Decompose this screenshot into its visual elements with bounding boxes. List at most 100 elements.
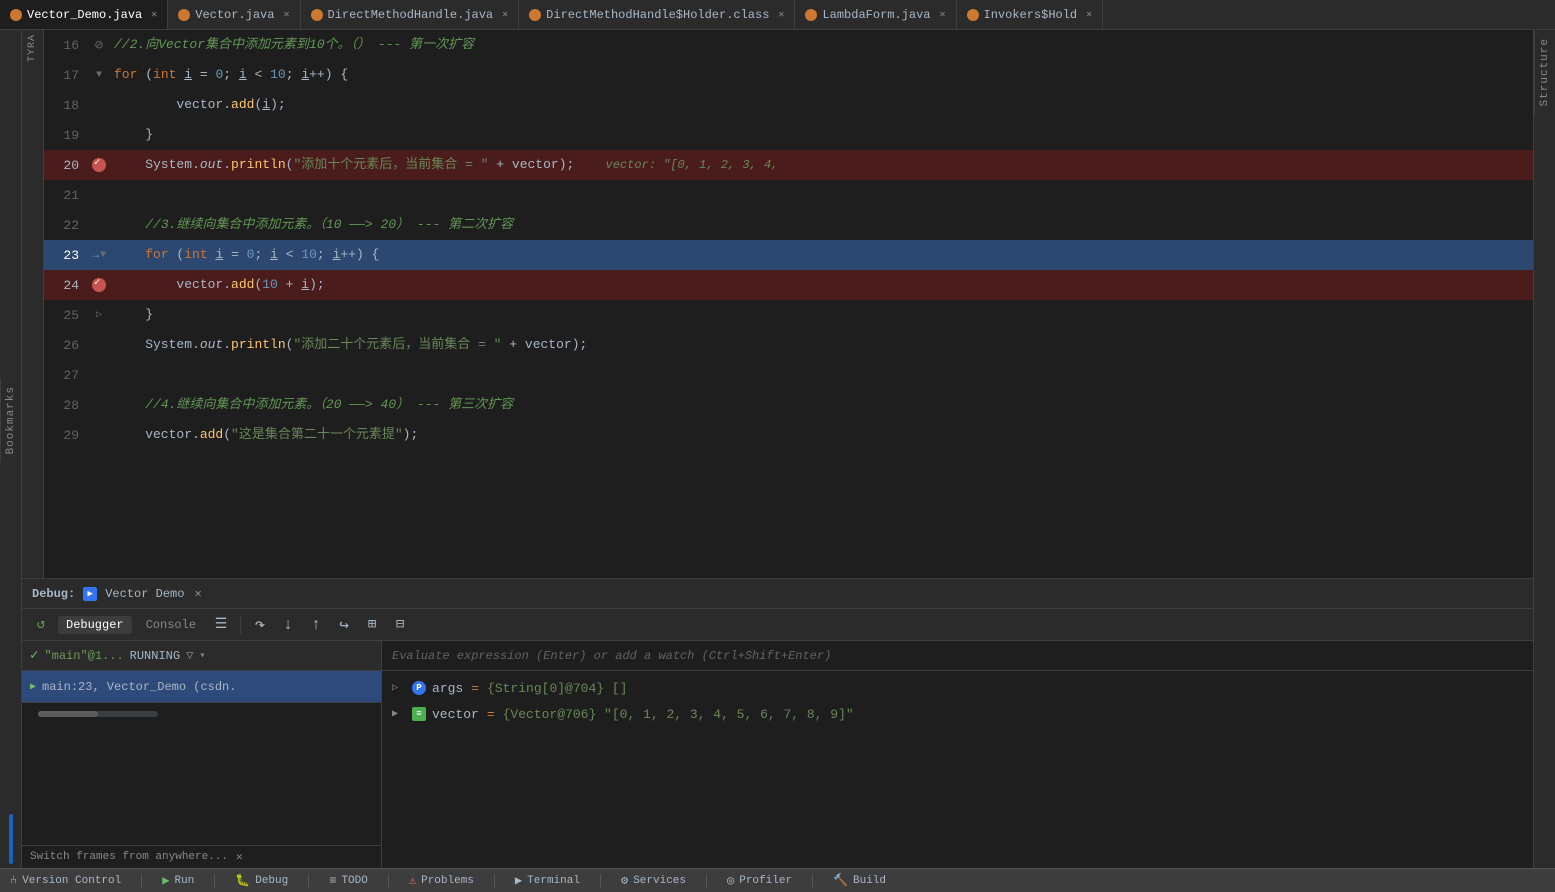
line-num-19: 19 <box>44 128 89 143</box>
code-line-24: 24 vector.add(10 + i); <box>44 270 1533 300</box>
tab-console[interactable]: Console <box>138 616 204 634</box>
frame-play-icon: ▶ <box>30 681 36 693</box>
var-expand-vector[interactable]: ▶ <box>392 708 406 720</box>
status-sep-6 <box>600 874 601 888</box>
status-sep-8 <box>812 874 813 888</box>
code-line-28: 28 //4.继续向集合中添加元素。（20 ——> 40） --- 第三次扩容 <box>44 390 1533 420</box>
code-line-19: 19 } <box>44 120 1533 150</box>
debug-label: Debug: <box>32 587 75 601</box>
todo-label: TODO <box>341 875 367 887</box>
services-item[interactable]: ⚙ Services <box>621 873 686 888</box>
status-bar: ⑃ Version Control ▶ Run 🐛 Debug ≡ TODO ⚠… <box>0 868 1555 892</box>
debug-status-item[interactable]: 🐛 Debug <box>235 873 288 888</box>
var-icon-vector: ≡ <box>412 707 426 721</box>
tab-label: LambdaForm.java <box>822 8 930 22</box>
evaluate-button[interactable]: ⊞ <box>361 614 383 636</box>
todo-icon: ≡ <box>329 874 336 888</box>
filter-icon[interactable]: ▽ <box>186 648 193 663</box>
line-code-23: for (int i = 0; i < 10; i++) { <box>109 240 1533 270</box>
frame-item[interactable]: ▶ main:23, Vector_Demo (csdn. <box>22 671 381 703</box>
rerun-button[interactable]: ↺ <box>30 614 52 636</box>
eval-placeholder: Evaluate expression (Enter) or add a wat… <box>392 649 831 663</box>
problems-item[interactable]: ⚠ Problems <box>409 873 474 888</box>
tab-direct-holder[interactable]: DirectMethodHandle$Holder.class ✕ <box>519 0 795 29</box>
tab-close[interactable]: ✕ <box>778 9 784 21</box>
frames-list-button[interactable]: ☰ <box>210 614 232 636</box>
thread-bar: ✓ "main"@1... RUNNING ▽ ▾ <box>22 641 381 671</box>
gutter-25: ▷ <box>89 309 109 321</box>
tab-close[interactable]: ✕ <box>502 9 508 21</box>
frames-scrollbar[interactable] <box>38 711 158 717</box>
var-val-vector: {Vector@706} "[0, 1, 2, 3, 4, 5, 6, 7, 8… <box>503 707 854 722</box>
line-code-25: } <box>109 300 1533 330</box>
tab-direct-method[interactable]: DirectMethodHandle.java ✕ <box>301 0 520 29</box>
right-side-labels: Structure <box>1533 30 1555 868</box>
code-line-23: 23 → ▼ for (int i = 0; i < 10; i++) { <box>44 240 1533 270</box>
step-over-button[interactable]: ↷ <box>249 614 271 636</box>
breakpoint-24[interactable] <box>92 278 106 292</box>
var-expand-args[interactable]: ▷ <box>392 682 406 694</box>
fold-arrow-23[interactable]: ▼ <box>100 250 106 261</box>
fold-arrow-17[interactable]: ▼ <box>96 70 102 81</box>
tab-icon <box>10 9 22 21</box>
profiler-item[interactable]: ◎ Profiler <box>727 873 792 888</box>
debug-body: ✓ "main"@1... RUNNING ▽ ▾ ▶ main:23, Vec… <box>22 641 1533 868</box>
tab-console-label: Console <box>146 618 196 632</box>
tab-icon <box>311 9 323 21</box>
thread-dropdown[interactable]: ▾ <box>199 650 205 662</box>
line-code-18: vector.add(i); <box>109 90 1533 120</box>
terminal-item[interactable]: ▶ Terminal <box>515 873 580 888</box>
code-line-27: 27 <box>44 360 1533 390</box>
code-editor[interactable]: 16 ⊘ //2.向Vector集合中添加元素到10个。（） --- 第一次扩容… <box>44 30 1533 578</box>
status-sep-7 <box>706 874 707 888</box>
line-num-21: 21 <box>44 188 89 203</box>
eval-bar[interactable]: Evaluate expression (Enter) or add a wat… <box>382 641 1533 671</box>
bottom-panel: Debug: ▶ Vector Demo ✕ ↺ Debugger Consol… <box>22 578 1533 868</box>
thread-label: "main"@1... <box>44 649 123 663</box>
project-label: TYRA <box>27 34 38 66</box>
tab-icon <box>529 9 541 21</box>
tab-vector-demo[interactable]: Vector_Demo.java ✕ <box>0 0 168 29</box>
frames-button[interactable]: ⊟ <box>389 614 411 636</box>
code-line-22: 22 //3.继续向集合中添加元素。（10 ——> 20） --- 第二次扩容 <box>44 210 1533 240</box>
tab-lambda-form[interactable]: LambdaForm.java ✕ <box>795 0 956 29</box>
code-line-18: 18 vector.add(i); <box>44 90 1533 120</box>
run-to-cursor-button[interactable]: ↪ <box>333 614 355 636</box>
tab-close[interactable]: ✕ <box>1086 9 1092 21</box>
fold-arrow-25[interactable]: ▷ <box>96 309 102 321</box>
tab-close[interactable]: ✕ <box>283 9 289 21</box>
services-label: Services <box>633 875 686 887</box>
version-control-item[interactable]: ⑃ Version Control <box>10 874 121 888</box>
tab-vector[interactable]: Vector.java ✕ <box>168 0 300 29</box>
todo-item[interactable]: ≡ TODO <box>329 874 368 888</box>
tab-close[interactable]: ✕ <box>939 9 945 21</box>
switch-frames-label: Switch frames from anywhere... <box>30 851 228 863</box>
run-item[interactable]: ▶ Run <box>162 873 194 888</box>
bookmarks-label[interactable]: Bookmarks <box>0 378 21 462</box>
line-num-28: 28 <box>44 398 89 413</box>
line-code-28: //4.继续向集合中添加元素。（20 ——> 40） --- 第三次扩容 <box>109 390 1533 420</box>
debug-session-icon: ▶ <box>83 587 97 601</box>
var-name-vector: vector <box>432 707 479 722</box>
run-label: Run <box>174 875 194 887</box>
switch-frames-bar[interactable]: Switch frames from anywhere... ✕ <box>22 845 381 868</box>
tab-close[interactable]: ✕ <box>151 9 157 21</box>
tab-label: Invokers$Hold <box>984 8 1078 22</box>
gutter-24 <box>89 278 109 292</box>
tab-label: Vector_Demo.java <box>27 8 142 22</box>
step-out-button[interactable]: ↑ <box>305 614 327 636</box>
debug-session-close[interactable]: ✕ <box>194 586 201 601</box>
status-sep-3 <box>308 874 309 888</box>
tab-debugger[interactable]: Debugger <box>58 616 132 634</box>
tab-invokers[interactable]: Invokers$Hold ✕ <box>957 0 1104 29</box>
structure-label[interactable]: Structure <box>1534 30 1555 114</box>
build-item[interactable]: 🔨 Build <box>833 873 886 888</box>
gutter-23: → ▼ <box>89 248 109 262</box>
breakpoint-20[interactable] <box>92 158 106 172</box>
step-into-button[interactable]: ↓ <box>277 614 299 636</box>
profiler-icon: ◎ <box>727 873 734 888</box>
variables-list: ▷ P args = {String[0]@704} [] ▶ ≡ vector… <box>382 671 1533 868</box>
switch-frames-close[interactable]: ✕ <box>236 850 243 864</box>
tab-icon <box>178 9 190 21</box>
thread-check-icon: ✓ <box>30 647 38 664</box>
